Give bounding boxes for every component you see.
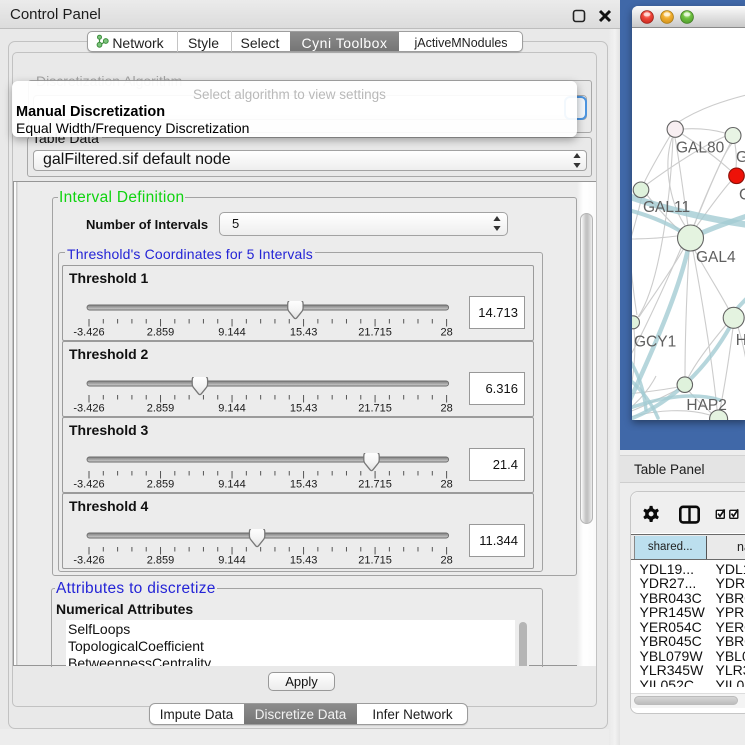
svg-text:-3.426: -3.426 [73,479,104,491]
svg-text:C: C [739,187,745,204]
svg-text:-3.426: -3.426 [73,327,104,339]
svg-text:15.43: 15.43 [290,327,318,339]
svg-text:15.43: 15.43 [290,555,318,567]
svg-text:21.715: 21.715 [358,479,392,491]
svg-text:9.144: 9.144 [218,479,246,491]
svg-text:28: 28 [440,327,452,339]
svg-text:28: 28 [440,403,452,415]
svg-text:2.859: 2.859 [147,479,175,491]
svg-text:2.859: 2.859 [147,555,175,567]
svg-text:21.715: 21.715 [358,403,392,415]
svg-text:GCY1: GCY1 [634,334,676,351]
svg-text:21.715: 21.715 [358,555,392,567]
svg-text:9.144: 9.144 [218,327,246,339]
svg-text:28: 28 [440,555,452,567]
svg-text:GAL4: GAL4 [696,249,736,266]
svg-text:GA: GA [736,149,745,166]
svg-text:21.715: 21.715 [358,327,392,339]
svg-text:9.144: 9.144 [218,555,246,567]
svg-text:15.43: 15.43 [290,479,318,491]
svg-text:15.43: 15.43 [290,403,318,415]
svg-text:GAL11: GAL11 [643,199,690,216]
svg-text:GAL80: GAL80 [676,140,725,157]
svg-text:H: H [736,332,745,349]
svg-text:-3.426: -3.426 [73,555,104,567]
svg-text:28: 28 [440,479,452,491]
svg-text:9.144: 9.144 [218,403,246,415]
svg-text:2.859: 2.859 [147,403,175,415]
svg-text:2.859: 2.859 [147,327,175,339]
svg-text:HAP2: HAP2 [686,397,727,414]
svg-text:-3.426: -3.426 [73,403,104,415]
